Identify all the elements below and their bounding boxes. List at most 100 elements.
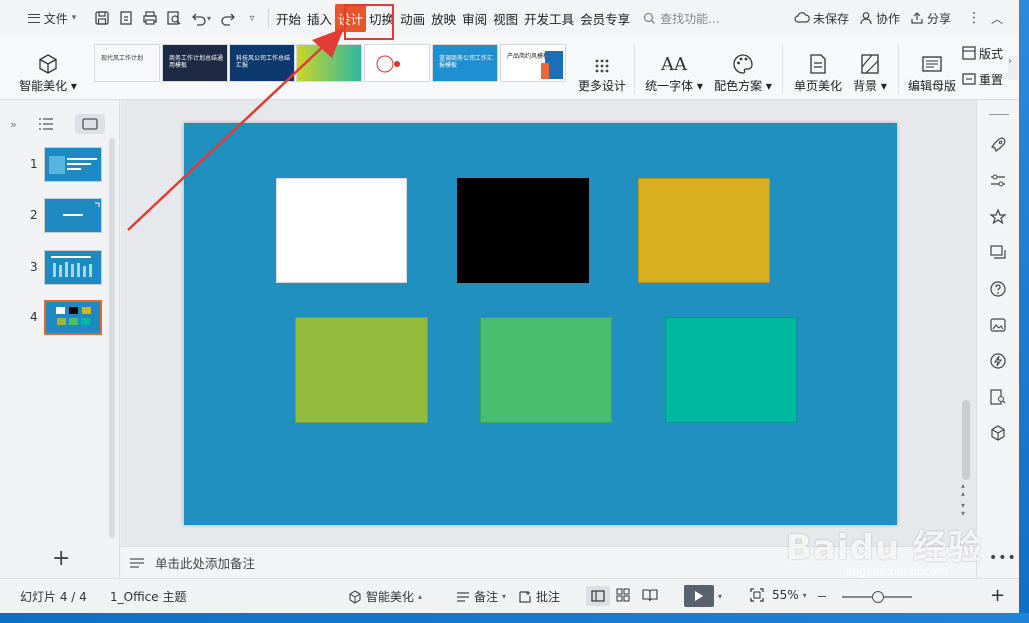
3d-box-icon[interactable] [987,422,1009,444]
undo-icon[interactable]: ▾ [186,4,216,32]
template-thumb-4[interactable] [296,44,362,82]
unify-font-button[interactable]: AA 统一字体 ▾ [642,42,706,94]
slide-thumbnail-1[interactable]: 1 [0,147,112,185]
panel-scrollbar[interactable] [109,138,115,538]
ribbon-separator [898,44,899,94]
gold-square[interactable] [638,178,770,283]
more-design-button[interactable]: 更多设计 [576,42,628,94]
slide-number: 1 [30,157,38,171]
settings-sliders-icon[interactable] [987,170,1009,192]
help-icon[interactable] [987,278,1009,300]
export-pdf-icon[interactable] [114,4,138,32]
reset-button[interactable]: 重置 [962,68,1008,90]
current-slide[interactable] [184,123,897,525]
copy-slide-icon[interactable] [987,242,1009,264]
slide-preview [44,250,102,285]
slide-panel: » 1 2 3 4 + [0,100,120,578]
tab-animation[interactable]: 动画 [397,4,428,32]
template-thumb-1[interactable]: 现代风工作计划 [94,44,160,82]
canvas-scroll-thumb[interactable] [962,400,970,480]
menu-bar: 文件 ▾ ▾ ▿ 开始 插入 设计 切换 动画 放映 审阅 视图 开发工具 会员… [0,0,1019,36]
sorter-view-button[interactable] [616,588,630,602]
tab-member[interactable]: 会员专享 [577,4,633,32]
save-icon[interactable] [90,4,114,32]
play-button[interactable]: ▾ [684,585,722,607]
image-tool-icon[interactable] [987,314,1009,336]
share-button[interactable]: 分享 [910,10,951,27]
template-thumb-3[interactable]: 科技风公司工作总结汇报 [229,44,295,82]
reading-view-button[interactable] [642,588,658,602]
quick-access-more-icon[interactable]: ▿ [240,4,264,32]
print-icon[interactable] [138,4,162,32]
list-icon [38,118,53,130]
scroll-down-arrows-icon[interactable]: ▾ ▾ [961,502,965,518]
comments-button[interactable]: 批注 [518,588,560,605]
olive-green-square[interactable] [295,317,428,423]
outline-view-button[interactable] [31,114,61,134]
ribbon-scroll-right-icon[interactable]: › [1008,56,1018,80]
zoom-slider[interactable] [842,591,912,603]
teal-square[interactable] [665,317,797,423]
redo-icon[interactable] [216,4,240,32]
file-menu[interactable]: 文件 ▾ [14,4,90,32]
tab-home[interactable]: 开始 [273,4,304,32]
lightning-icon[interactable] [987,350,1009,372]
book-search-icon[interactable] [987,386,1009,408]
zoom-in-icon[interactable]: + [990,585,1005,606]
status-smart-beautify-button[interactable]: 智能美化 ▴ [348,588,422,605]
template-title-3: 科技风公司工作总结汇报 [236,55,291,69]
scroll-up-arrows-icon[interactable]: ▴ ▴ [961,482,965,498]
zoom-out-icon[interactable] [818,596,826,597]
right-sidebar: ••• [976,100,1019,578]
tab-developer[interactable]: 开发工具 [521,4,577,32]
more-vertical-icon[interactable]: ⋮ [967,10,981,26]
slide-thumbnail-2[interactable]: 2 [0,198,112,236]
tab-review[interactable]: 审阅 [459,4,490,32]
slide-thumbnail-4[interactable]: 4 [0,300,112,338]
book-icon [642,589,658,602]
white-square[interactable] [276,178,407,283]
template-title-1: 现代风工作计划 [101,55,144,62]
slide-layout-button[interactable]: 版式 [962,42,1008,64]
background-button[interactable]: 背景 ▾ [850,42,890,94]
share-icon [911,12,923,24]
theme-name[interactable]: 1_Office 主题 [110,588,186,605]
template-thumb-2[interactable]: 商务工作计划总结通用模板 [162,44,228,82]
template-thumb-7[interactable]: 产品简约风模板 [500,44,566,82]
normal-view-button[interactable] [586,586,610,606]
star-icon[interactable] [987,206,1009,228]
reset-icon [962,73,976,85]
rocket-icon[interactable] [987,134,1009,156]
slide-thumbnail-3[interactable]: 3 [0,250,112,288]
add-slide-icon[interactable]: + [52,546,70,571]
tab-slideshow[interactable]: 放映 [428,4,459,32]
tab-view[interactable]: 视图 [490,4,521,32]
template-thumb-6[interactable]: 蓝调商务公司工作汇报模板 [432,44,498,82]
expand-panel-icon[interactable]: » [10,118,17,131]
collab-button[interactable]: 协作 [859,10,900,27]
edit-master-button[interactable]: 编辑母版 [906,42,958,94]
search-box[interactable]: 查找功能... [643,4,720,32]
single-page-beautify-button[interactable]: 单页美化 [790,42,846,94]
notes-toggle-button[interactable]: 备注 ▾ [456,588,506,605]
smart-beautify-button[interactable]: 智能美化 ▾ [19,42,77,94]
zoom-level-dropdown[interactable]: 55% ▾ [772,588,807,602]
zoom-slider-knob[interactable] [872,591,884,603]
slide-number: 3 [30,260,38,274]
more-horizontal-icon[interactable]: ••• [989,550,1017,566]
print-preview-icon[interactable] [162,4,186,32]
comments-label: 批注 [536,590,561,604]
unify-font-label: 统一字体 [645,79,694,93]
canvas-scrollbar[interactable]: ▴ ▴ ▾ ▾ [961,110,971,530]
fit-window-button[interactable] [750,588,764,602]
collapse-ribbon-icon[interactable]: ︿ [991,10,1003,27]
cloud-icon [794,12,810,23]
black-square[interactable] [457,178,589,283]
template-thumb-5[interactable] [364,44,430,82]
tab-insert[interactable]: 插入 [304,4,335,32]
color-scheme-button[interactable]: 配色方案 ▾ [712,42,774,94]
slide-view-button[interactable] [74,114,105,134]
green-square[interactable] [480,317,612,423]
file-menu-label: 文件 [43,11,68,26]
unsaved-button[interactable]: 未保存 [794,10,849,27]
